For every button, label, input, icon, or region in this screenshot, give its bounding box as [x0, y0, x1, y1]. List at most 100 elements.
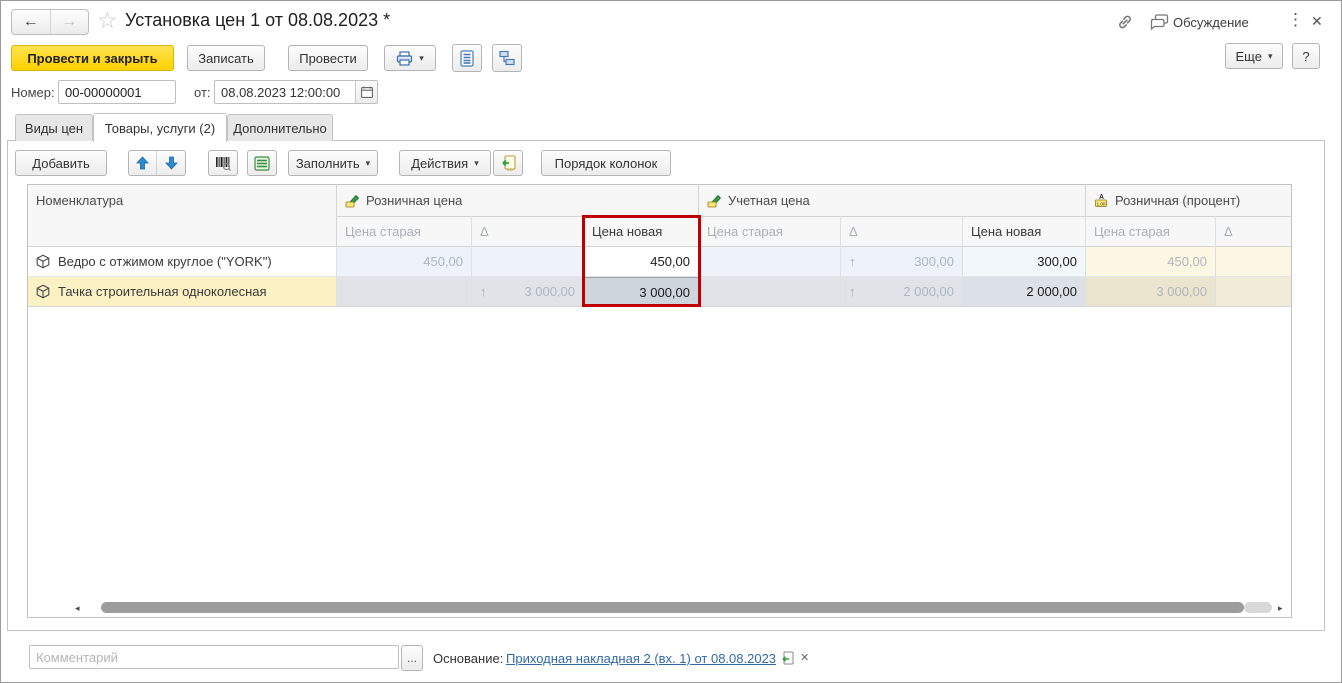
scroll-right-icon[interactable]: ▸ — [1278, 603, 1283, 614]
number-field-wrap — [58, 80, 176, 104]
document-window: ← → ☆ Установка цен 1 от 08.08.2023 * Об… — [0, 0, 1342, 683]
comment-input[interactable] — [36, 649, 392, 665]
cell-percent-delta[interactable] — [1216, 247, 1291, 277]
forward-arrow-icon: → — [61, 13, 78, 30]
subheader-account-new[interactable]: Цена новая — [963, 217, 1086, 247]
clear-basis-icon[interactable]: ✕ — [800, 651, 809, 664]
nomenclature-cube-icon — [36, 284, 50, 299]
cell-retail-delta[interactable]: ↑ 3 000,00 — [472, 277, 584, 307]
write-button[interactable]: Записать — [187, 45, 265, 71]
column-order-button[interactable]: Порядок колонок — [541, 150, 671, 176]
date-label: от: — [194, 85, 211, 100]
report-structure-button[interactable] — [452, 44, 482, 72]
cell-retail-delta[interactable] — [472, 247, 584, 277]
scrollbar-thumb[interactable] — [101, 602, 1244, 613]
delta-up-icon: ↑ — [849, 254, 856, 269]
kebab-menu-icon[interactable]: ⋮ — [1287, 10, 1304, 30]
more-button[interactable]: Еще ▾ — [1225, 43, 1283, 69]
pick-document-icon — [500, 155, 516, 171]
tab-goods-services[interactable]: Товары, услуги (2) — [93, 113, 227, 142]
scrollbar-track-rest — [1244, 602, 1272, 613]
delta-value: 2 000,00 — [903, 284, 954, 299]
group-header-retail-percent[interactable]: A 1.00 Розничная (процент) — [1086, 185, 1291, 217]
table-row-item-name[interactable]: Ведро с отжимом круглое ("YORK") — [28, 247, 337, 277]
cell-retail-new[interactable]: 450,00 — [584, 247, 699, 277]
subheader-account-old[interactable]: Цена старая — [699, 217, 841, 247]
move-down-button[interactable] — [157, 151, 185, 175]
post-and-close-button[interactable]: Провести и закрыть — [11, 45, 174, 71]
printer-icon — [396, 50, 413, 66]
cell-percent-delta[interactable] — [1216, 277, 1291, 307]
group-header-retail-price[interactable]: Розничная цена — [337, 185, 699, 217]
cell-account-delta[interactable]: ↑ 2 000,00 — [841, 277, 963, 307]
pick-items-button[interactable] — [493, 150, 523, 176]
cell-percent-old[interactable]: 450,00 — [1086, 247, 1216, 277]
calendar-icon — [360, 86, 373, 98]
get-link-icon[interactable] — [1116, 13, 1134, 31]
item-name: Тачка строительная одноколесная — [58, 284, 267, 299]
delta-value: 300,00 — [914, 254, 954, 269]
fill-label: Заполнить — [295, 155, 360, 171]
print-caret: ▾ — [419, 52, 424, 63]
delta-up-icon: ↑ — [849, 284, 856, 299]
related-documents-button[interactable] — [492, 44, 522, 72]
scroll-left-icon[interactable]: ◂ — [75, 603, 80, 614]
group-label: Учетная цена — [728, 193, 810, 208]
date-value[interactable]: 08.08.2023 12:00:00 — [215, 81, 355, 103]
cell-account-new[interactable]: 300,00 — [963, 247, 1086, 277]
subheader-retail-delta[interactable]: Δ — [472, 217, 584, 247]
horizontal-scrollbar[interactable]: ◂ ▸ — [27, 601, 1292, 615]
add-row-button[interactable]: Добавить — [15, 150, 107, 176]
actions-menu-button[interactable]: Действия ▾ — [399, 150, 491, 176]
tab-additional[interactable]: Дополнительно — [227, 114, 333, 141]
post-button[interactable]: Провести — [288, 45, 368, 71]
cell-retail-old[interactable] — [337, 277, 472, 307]
group-label: Розничная цена — [366, 193, 463, 208]
tab-price-kinds[interactable]: Виды цен — [15, 114, 93, 141]
fill-table-button[interactable] — [247, 150, 277, 176]
table-fill-icon — [254, 155, 270, 171]
open-basis-icon[interactable] — [781, 651, 795, 665]
page-title: Установка цен 1 от 08.08.2023 * — [125, 10, 391, 30]
subheader-percent-old[interactable]: Цена старая — [1086, 217, 1216, 247]
discussion-icon[interactable] — [1150, 14, 1169, 30]
column-header-nomenclature[interactable]: Номенклатура — [28, 185, 337, 247]
subheader-percent-delta[interactable]: Δ — [1216, 217, 1291, 247]
move-row-buttons — [128, 150, 186, 176]
cell-account-old[interactable] — [699, 247, 841, 277]
linked-documents-icon — [498, 50, 516, 66]
actions-label: Действия — [411, 155, 469, 171]
date-field[interactable]: 08.08.2023 12:00:00 — [214, 80, 378, 104]
favorite-star-icon[interactable]: ☆ — [97, 7, 118, 34]
number-input[interactable] — [65, 84, 169, 100]
cell-percent-old[interactable]: 3 000,00 — [1086, 277, 1216, 307]
barcode-scan-button[interactable] — [208, 150, 238, 176]
price-type-icon — [345, 194, 360, 208]
back-arrow-icon: ← — [22, 13, 39, 30]
subheader-account-delta[interactable]: Δ — [841, 217, 963, 247]
subheader-retail-new[interactable]: Цена новая — [584, 217, 699, 247]
discussion-label[interactable]: Обсуждение — [1173, 15, 1249, 30]
cell-account-old[interactable] — [699, 277, 841, 307]
move-up-button[interactable] — [129, 151, 157, 175]
forward-button[interactable]: → — [51, 10, 89, 34]
number-label: Номер: — [11, 85, 55, 100]
print-button[interactable]: ▾ — [384, 45, 436, 71]
formula-price-type-icon: A 1.00 — [1094, 193, 1109, 208]
cell-retail-old[interactable]: 450,00 — [337, 247, 472, 277]
calendar-button[interactable] — [355, 81, 377, 103]
back-button[interactable]: ← — [12, 10, 51, 34]
cell-account-delta[interactable]: ↑ 300,00 — [841, 247, 963, 277]
group-header-account-price[interactable]: Учетная цена — [699, 185, 1086, 217]
document-list-icon — [460, 49, 474, 67]
subheader-retail-old[interactable]: Цена старая — [337, 217, 472, 247]
comment-expand-button[interactable]: ... — [401, 645, 423, 671]
fill-menu-button[interactable]: Заполнить ▾ — [288, 150, 378, 176]
close-icon[interactable]: ✕ — [1311, 13, 1323, 30]
cell-account-new[interactable]: 2 000,00 — [963, 277, 1086, 307]
table-row-item-name[interactable]: Тачка строительная одноколесная — [28, 277, 337, 307]
cell-retail-new-selected[interactable]: 3 000,00 — [584, 277, 699, 307]
basis-link[interactable]: Приходная накладная 2 (вх. 1) от 08.08.2… — [506, 651, 776, 666]
more-label: Еще — [1235, 48, 1262, 64]
help-button[interactable]: ? — [1292, 43, 1320, 69]
